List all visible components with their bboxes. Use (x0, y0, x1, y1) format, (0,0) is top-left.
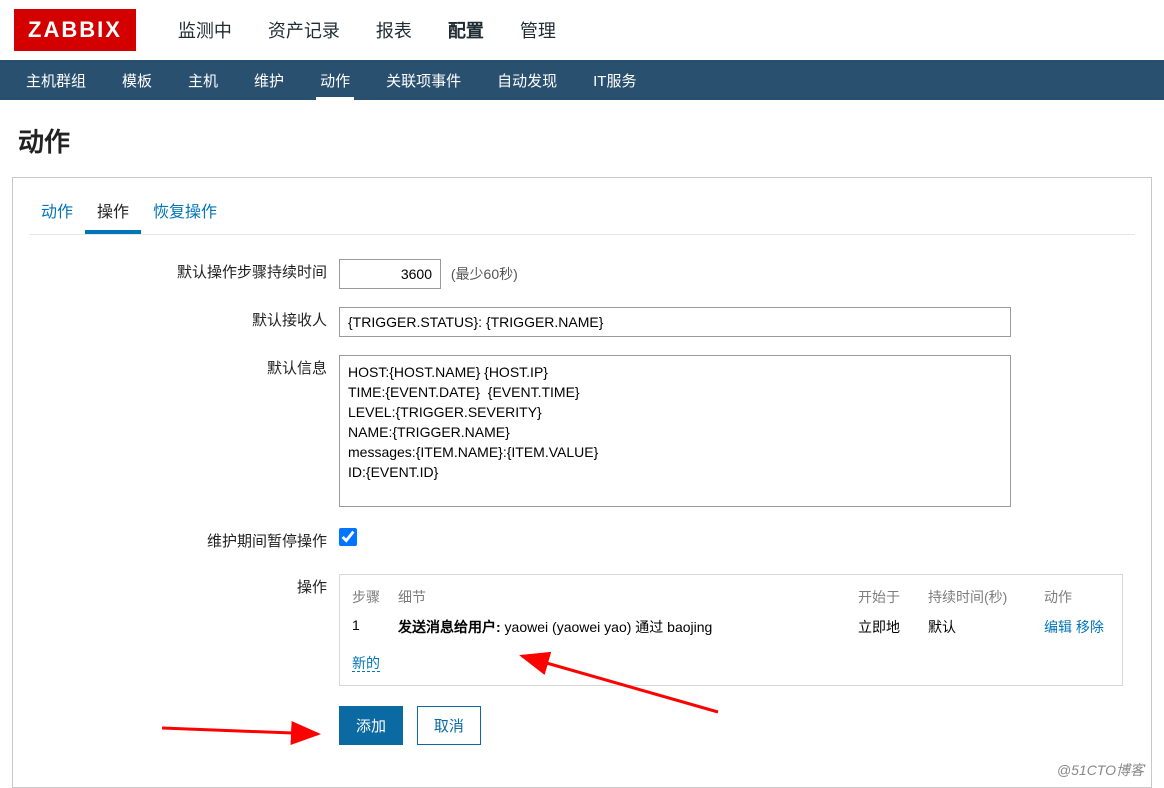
subnav-maintenance[interactable]: 维护 (236, 60, 302, 100)
input-default-subject[interactable] (339, 307, 1011, 337)
subnav-hosts[interactable]: 主机 (170, 60, 236, 100)
nav-reports[interactable]: 报表 (358, 0, 430, 61)
ops-row-act: 编辑 移除 (1044, 611, 1124, 643)
brand-logo[interactable]: ZABBIX (14, 9, 136, 51)
label-step-duration: 默认操作步骤持续时间 (29, 259, 339, 287)
textarea-default-message[interactable] (339, 355, 1011, 507)
subnav-actions[interactable]: 动作 (302, 60, 368, 100)
ops-hd-detail: 细节 (398, 583, 858, 611)
ops-hd-act: 动作 (1044, 583, 1124, 611)
label-pause-maintenance: 维护期间暂停操作 (29, 528, 339, 556)
subnav-discovery[interactable]: 自动发现 (479, 60, 575, 100)
top-nav: 监测中 资产记录 报表 配置 管理 (160, 0, 574, 61)
link-remove[interactable]: 移除 (1076, 619, 1104, 635)
tabs: 动作 操作 恢复操作 (13, 178, 1151, 234)
add-button[interactable]: 添加 (339, 706, 403, 745)
watermark: @51CTO博客 (1057, 760, 1144, 780)
checkbox-pause-maintenance[interactable] (339, 528, 357, 546)
ops-row-dur: 默认 (928, 611, 1044, 643)
subnav-templates[interactable]: 模板 (104, 60, 170, 100)
link-edit[interactable]: 编辑 (1044, 619, 1072, 635)
nav-configuration[interactable]: 配置 (430, 0, 502, 61)
label-default-subject: 默认接收人 (29, 307, 339, 335)
tab-operations[interactable]: 操作 (85, 188, 141, 234)
label-operations: 操作 (29, 574, 339, 602)
ops-row-start: 立即地 (858, 611, 928, 643)
ops-hd-dur: 持续时间(秒) (928, 583, 1044, 611)
ops-row-step: 1 (352, 611, 398, 643)
nav-inventory[interactable]: 资产记录 (250, 0, 358, 61)
tab-action[interactable]: 动作 (29, 188, 85, 234)
ops-hd-start: 开始于 (858, 583, 928, 611)
ops-row-detail: 发送消息给用户: yaowei (yaowei yao) 通过 baojing (398, 611, 858, 643)
nav-administration[interactable]: 管理 (502, 0, 574, 61)
cancel-button[interactable]: 取消 (417, 706, 481, 745)
input-step-duration[interactable] (339, 259, 441, 289)
link-new-operation[interactable]: 新的 (352, 655, 380, 672)
subnav-itservices[interactable]: IT服务 (575, 60, 654, 100)
page-title: 动作 (0, 100, 1164, 177)
config-panel: 动作 操作 恢复操作 默认操作步骤持续时间 (最少60秒) 默认接收人 默认信息… (12, 177, 1152, 788)
subnav-hostgroups[interactable]: 主机群组 (8, 60, 104, 100)
nav-monitoring[interactable]: 监测中 (160, 0, 250, 61)
operations-box: 步骤 细节 开始于 持续时间(秒) 动作 1 发送消息给用户: yaowei (… (339, 574, 1123, 686)
tab-recovery[interactable]: 恢复操作 (141, 188, 229, 234)
label-default-message: 默认信息 (29, 355, 339, 383)
subnav-eventcorr[interactable]: 关联项事件 (368, 60, 479, 100)
sub-nav: 主机群组 模板 主机 维护 动作 关联项事件 自动发现 IT服务 (0, 60, 1164, 100)
ops-hd-step: 步骤 (352, 583, 398, 611)
hint-min60: (最少60秒) (451, 266, 518, 282)
